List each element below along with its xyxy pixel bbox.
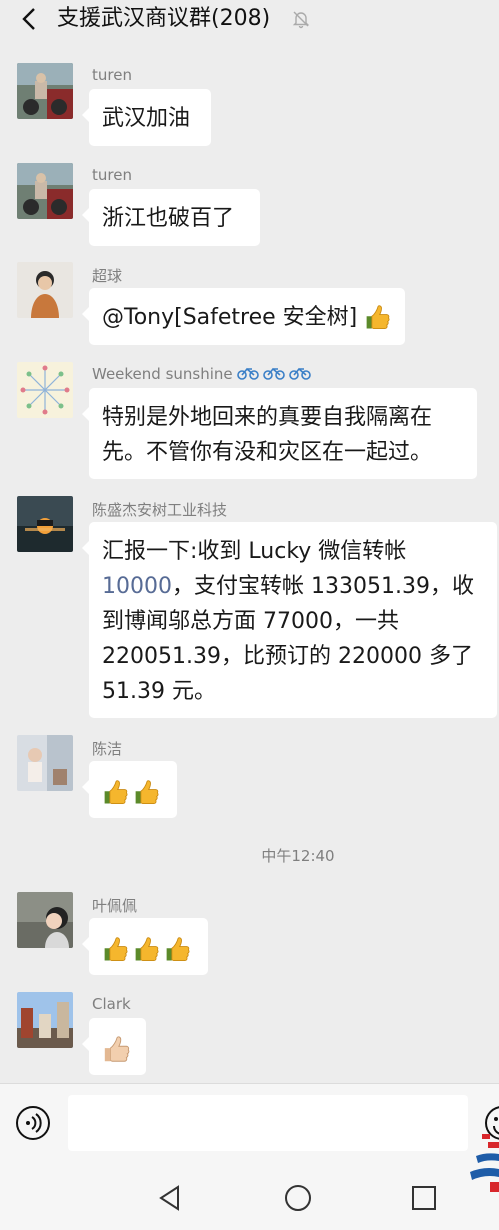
message-text-line: 220051.39，比预订的 220000 多了 — [102, 644, 473, 669]
message-text: @Tony[Safetree 安全树] — [102, 305, 358, 330]
nav-back-icon[interactable] — [156, 1184, 184, 1212]
message-text-line: 先。不管你有没和灾区在一起过。 — [102, 440, 433, 465]
avatar[interactable] — [17, 496, 73, 552]
sender-name: Weekend sunshine — [92, 365, 313, 383]
sender-name: 超球 — [92, 267, 123, 285]
system-nav-bar — [0, 1160, 499, 1230]
bell-muted-icon — [292, 11, 310, 29]
timestamp: 中午12:40 — [261, 847, 335, 865]
chat-header: 支援武汉商议群(208) — [0, 0, 499, 40]
message-bubble[interactable]: @Tony[Safetree 安全树] — [82, 288, 405, 345]
amount-link[interactable]: 10000 — [102, 574, 172, 599]
nav-recent-icon[interactable] — [411, 1185, 437, 1211]
bicycle-icon — [237, 367, 312, 380]
voice-icon[interactable] — [15, 1105, 51, 1141]
message-bubble[interactable]: 特别是外地回来的真要自我隔离在 先。不管你有没和灾区在一起过。 — [82, 388, 477, 479]
watermark-logo — [470, 1134, 499, 1192]
thumbs-up-icon — [102, 1035, 132, 1065]
message-bubble[interactable]: 浙江也破百了 — [82, 189, 260, 246]
avatar[interactable] — [17, 362, 73, 418]
sender-name: 叶佩佩 — [92, 897, 138, 915]
sender-name: turen — [92, 66, 132, 84]
message-bubble[interactable]: 汇报一下:收到 Lucky 微信转帐 10000，支付宝转帐 133051.39… — [82, 522, 497, 718]
thumbs-up-icon — [364, 304, 392, 332]
sender-name-text: Weekend sunshine — [92, 365, 233, 383]
message-text: 浙江也破百了 — [102, 206, 235, 231]
nav-home-icon[interactable] — [284, 1184, 312, 1212]
message-text-line: 特别是外地回来的真要自我隔离在 — [102, 405, 433, 430]
message-text: ，支付宝转帐 133051.39，收 — [172, 574, 474, 599]
sender-name: Clark — [92, 995, 131, 1013]
thumbs-up-icon — [102, 936, 130, 964]
message-text-line: 10000，支付宝转帐 133051.39，收 — [102, 569, 484, 604]
avatar[interactable] — [17, 992, 73, 1048]
avatar[interactable] — [17, 63, 73, 119]
thumbs-up-icon — [133, 779, 161, 807]
message-text-line: 51.39 元。 — [102, 679, 216, 704]
avatar[interactable] — [17, 735, 73, 791]
message-bubble[interactable] — [82, 761, 177, 818]
chat-title: 支援武汉商议群(208) — [57, 6, 271, 31]
avatar[interactable] — [17, 262, 73, 318]
sender-name: 陈洁 — [92, 740, 123, 758]
sender-name: 陈盛杰安树工业科技 — [92, 501, 228, 519]
message-input[interactable] — [68, 1095, 468, 1151]
avatar[interactable] — [17, 163, 73, 219]
thumbs-up-icon — [133, 936, 161, 964]
message-bubble[interactable] — [82, 1018, 146, 1075]
sender-name: turen — [92, 166, 132, 184]
message-text-line: 到博闻邬总方面 77000，一共 — [102, 609, 399, 634]
message-text: 武汉加油 — [102, 106, 191, 131]
back-arrow-icon[interactable] — [18, 5, 42, 33]
input-bar — [0, 1083, 499, 1161]
message-bubble[interactable]: 武汉加油 — [82, 89, 211, 146]
thumbs-up-icon — [102, 779, 130, 807]
thumbs-up-icon — [164, 936, 192, 964]
message-bubble[interactable] — [82, 918, 208, 975]
avatar[interactable] — [17, 892, 73, 948]
message-text-line: 汇报一下:收到 Lucky 微信转帐 — [102, 539, 407, 564]
